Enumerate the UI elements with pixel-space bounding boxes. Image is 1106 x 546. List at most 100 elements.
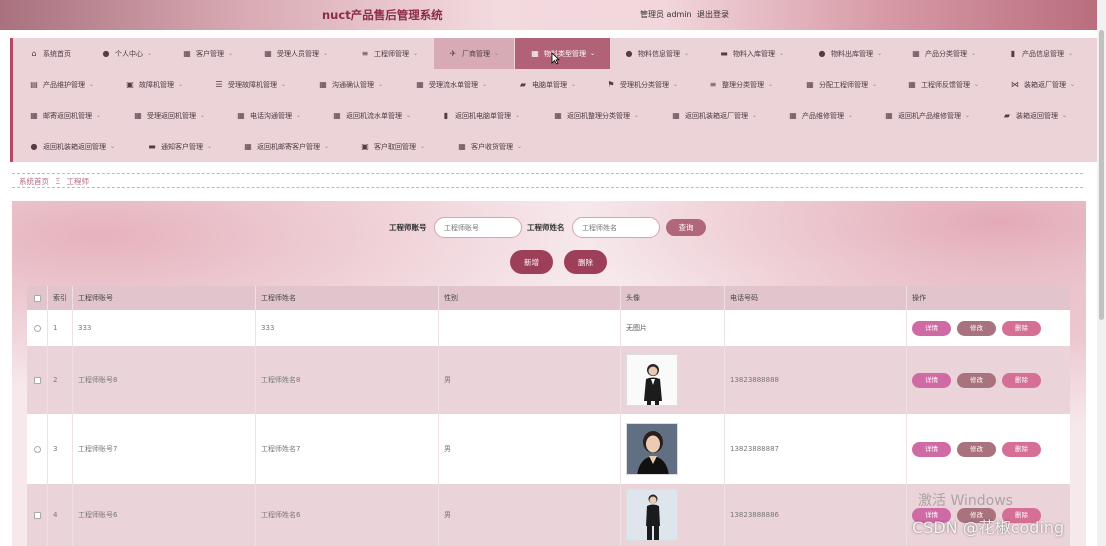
cell-sex: 男 — [439, 414, 621, 484]
nav-item-sort-classify[interactable]: ≡ 整理分类管理 ⌄ — [709, 69, 773, 100]
edit-button[interactable]: 修改 — [957, 372, 996, 388]
cell-name: 333 — [256, 310, 439, 346]
chart-icon: ▮ — [1010, 48, 1016, 58]
chevron-down-icon: ⌄ — [281, 81, 287, 88]
chevron-down-icon: ⌄ — [110, 143, 116, 150]
grid-icon: ▦ — [319, 79, 327, 89]
scrollbar-thumb[interactable] — [1099, 30, 1104, 320]
nav-item-material-out[interactable]: ● 物料出库管理 ⌄ — [818, 38, 883, 69]
nav-item-profile[interactable]: ● 个人中心 ⌄ — [102, 38, 153, 69]
delete-row-button[interactable]: 删除 — [1002, 441, 1041, 457]
name-search-label: 工程师姓名 — [527, 223, 565, 232]
row-checkbox[interactable] — [33, 511, 41, 519]
nav-item-receivers[interactable]: ▦ 受理人员管理 ⌄ — [264, 38, 328, 69]
grid-icon: ▦ — [531, 48, 539, 58]
edit-button[interactable]: 修改 — [957, 320, 996, 336]
nav-item-return-mail-customer[interactable]: ▦ 返回机邮寄客户管理 ⌄ — [244, 131, 329, 162]
nav-item-accept-classify[interactable]: ⚑ 受理机分类管理 ⌄ — [607, 69, 678, 100]
user-icon: ● — [102, 48, 110, 58]
nav-item-mail-return[interactable]: ▦ 邮寄返回机管理 ⌄ — [30, 100, 101, 131]
nav-item-home[interactable]: ⌂ 系统首页 — [30, 38, 71, 69]
plane-icon: ✈ — [449, 48, 457, 58]
nav-item-notify-customer[interactable]: ▬ 通知客户管理 ⌄ — [148, 131, 212, 162]
nav-item-customers[interactable]: ▦ 客户管理 ⌄ — [183, 38, 233, 69]
logout-link[interactable]: 退出登录 — [697, 9, 729, 20]
bag-icon: ▣ — [126, 79, 134, 89]
account-search-input[interactable] — [434, 217, 522, 238]
detail-button[interactable]: 详情 — [912, 441, 951, 457]
cell-name: 工程师姓名7 — [256, 414, 439, 484]
chevron-down-icon: ⌄ — [323, 50, 329, 57]
nav-item-engineer-feedback[interactable]: ▦ 工程师反馈管理 ⌄ — [908, 69, 979, 100]
chevron-down-icon: ⌄ — [413, 50, 419, 57]
delete-row-button[interactable]: 删除 — [1002, 320, 1041, 336]
chevron-down-icon: ⌄ — [684, 50, 690, 57]
delete-row-button[interactable]: 删除 — [1002, 507, 1041, 523]
nav-item-engineers[interactable]: ≡ 工程师管理 ⌄ — [361, 38, 418, 69]
edit-button[interactable]: 修改 — [957, 441, 996, 457]
nav-item-accept-faulty[interactable]: ☰ 受理故障机管理 ⌄ — [215, 69, 286, 100]
page-scrollbar[interactable] — [1097, 0, 1106, 546]
nav-item-return-flow[interactable]: ▦ 返回机流水单管理 ⌄ — [333, 100, 411, 131]
nav-item-material-in[interactable]: ▬ 物料入库管理 ⌄ — [720, 38, 784, 69]
detail-button[interactable]: 详情 — [912, 507, 951, 523]
nav-item-pack-return-factory[interactable]: ⋈ 装箱返厂管理 ⌄ — [1011, 69, 1075, 100]
nav-item-product-categories[interactable]: ▦ 产品分类管理 ⌄ — [912, 38, 976, 69]
bulk-delete-button[interactable]: 删除 — [564, 250, 607, 274]
nav-item-customer-receipt[interactable]: ▦ 客户收货管理 ⌄ — [458, 131, 522, 162]
row-checkbox[interactable] — [33, 445, 41, 453]
nav-item-product-info[interactable]: ▮ 产品信息管理 ⌄ — [1009, 38, 1073, 69]
select-all-checkbox[interactable] — [33, 294, 41, 302]
nav-item-product-maintenance[interactable]: ▤ 产品维护管理 ⌄ — [30, 69, 94, 100]
nav-item-accept-flow[interactable]: ▦ 受理流水单管理 ⌄ — [416, 69, 487, 100]
detail-button[interactable]: 详情 — [912, 320, 951, 336]
select-all-cell — [27, 286, 48, 310]
nav-item-return-product-repair[interactable]: ▦ 返回机产品维修管理 ⌄ — [885, 100, 970, 131]
nav-item-vendors[interactable]: ✈ 厂商管理 ⌄ — [434, 38, 514, 69]
mouse-cursor-icon — [551, 52, 560, 65]
cell-actions: 详情 修改 删除 — [907, 414, 1070, 484]
search-button[interactable]: 查询 — [666, 219, 706, 236]
breadcrumb-home[interactable]: 系统首页 — [19, 177, 49, 186]
grid-icon: ▦ — [458, 141, 466, 151]
row-checkbox[interactable] — [33, 376, 41, 384]
add-button[interactable]: 新增 — [510, 250, 553, 274]
app-header: nuct产品售后管理系统 管理员 admin 退出登录 — [0, 0, 1106, 30]
row-checkbox[interactable] — [33, 324, 41, 332]
nav-item-return-pack-return[interactable]: ● 返回机装箱返回管理 ⌄ — [30, 131, 116, 162]
detail-button[interactable]: 详情 — [912, 372, 951, 388]
bar-chart-icon: ▮ — [443, 110, 449, 120]
nav-item-accept-return[interactable]: ▦ 受理返回机管理 ⌄ — [134, 100, 205, 131]
nav-item-computer-orders[interactable]: ▰ 电脑单管理 ⌄ — [519, 69, 576, 100]
pin-icon: ● — [30, 141, 38, 151]
nav-item-return-pack[interactable]: ▦ 返回机装箱返厂管理 ⌄ — [672, 100, 757, 131]
breadcrumb-current: 工程师 — [66, 177, 90, 186]
nav-item-product-repair[interactable]: ▦ 产品维修管理 ⌄ — [789, 100, 853, 131]
app-title: nuct产品售后管理系统 — [322, 8, 443, 22]
nav-item-communication-confirm[interactable]: ▦ 沟通确认管理 ⌄ — [319, 69, 383, 100]
sliders-icon: ☰ — [215, 79, 223, 89]
breadcrumb: 系统首页 Ξ 工程师 — [19, 176, 93, 187]
nav-item-customer-pickup[interactable]: ▣ 客户取回管理 ⌄ — [361, 131, 425, 162]
grid9-icon: ▦ — [134, 110, 142, 120]
delete-row-button[interactable]: 删除 — [1002, 372, 1041, 388]
nav-item-faulty-machines[interactable]: ▣ 故障机管理 ⌄ — [126, 69, 183, 100]
chevron-down-icon: ⌄ — [1068, 50, 1074, 57]
avatar-image — [626, 489, 678, 541]
nav-item-material-types[interactable]: ▦ 物料类型管理 ⌄ — [515, 38, 610, 69]
nav-item-phone-communication[interactable]: ▦ 电话沟通管理 ⌄ — [237, 100, 301, 131]
edit-button[interactable]: 修改 — [957, 507, 996, 523]
nav-item-assign-engineer[interactable]: ▦ 分配工程师管理 ⌄ — [806, 69, 877, 100]
user-icon: ● — [625, 48, 633, 58]
nav-item-return-computer[interactable]: ▮ 返回机电脑单管理 ⌄ — [442, 100, 520, 131]
header-name: 工程师姓名 — [256, 286, 439, 310]
name-search-input[interactable] — [572, 217, 660, 238]
avatar-image — [626, 354, 678, 406]
nav-item-return-sort[interactable]: ▦ 返回机整理分类管理 ⌄ — [554, 100, 639, 131]
chevron-down-icon: ⌄ — [296, 112, 302, 119]
nav-item-pack-return[interactable]: ▰ 装箱返回管理 ⌄ — [1003, 100, 1067, 131]
table-row: 3 工程师账号7 工程师姓名7 男 13823888887 详情 修改 删除 — [27, 414, 1070, 484]
header-sex: 性别 — [439, 286, 621, 310]
chevron-down-icon: ⌄ — [178, 81, 184, 88]
nav-item-material-info[interactable]: ● 物料信息管理 ⌄ — [625, 38, 690, 69]
